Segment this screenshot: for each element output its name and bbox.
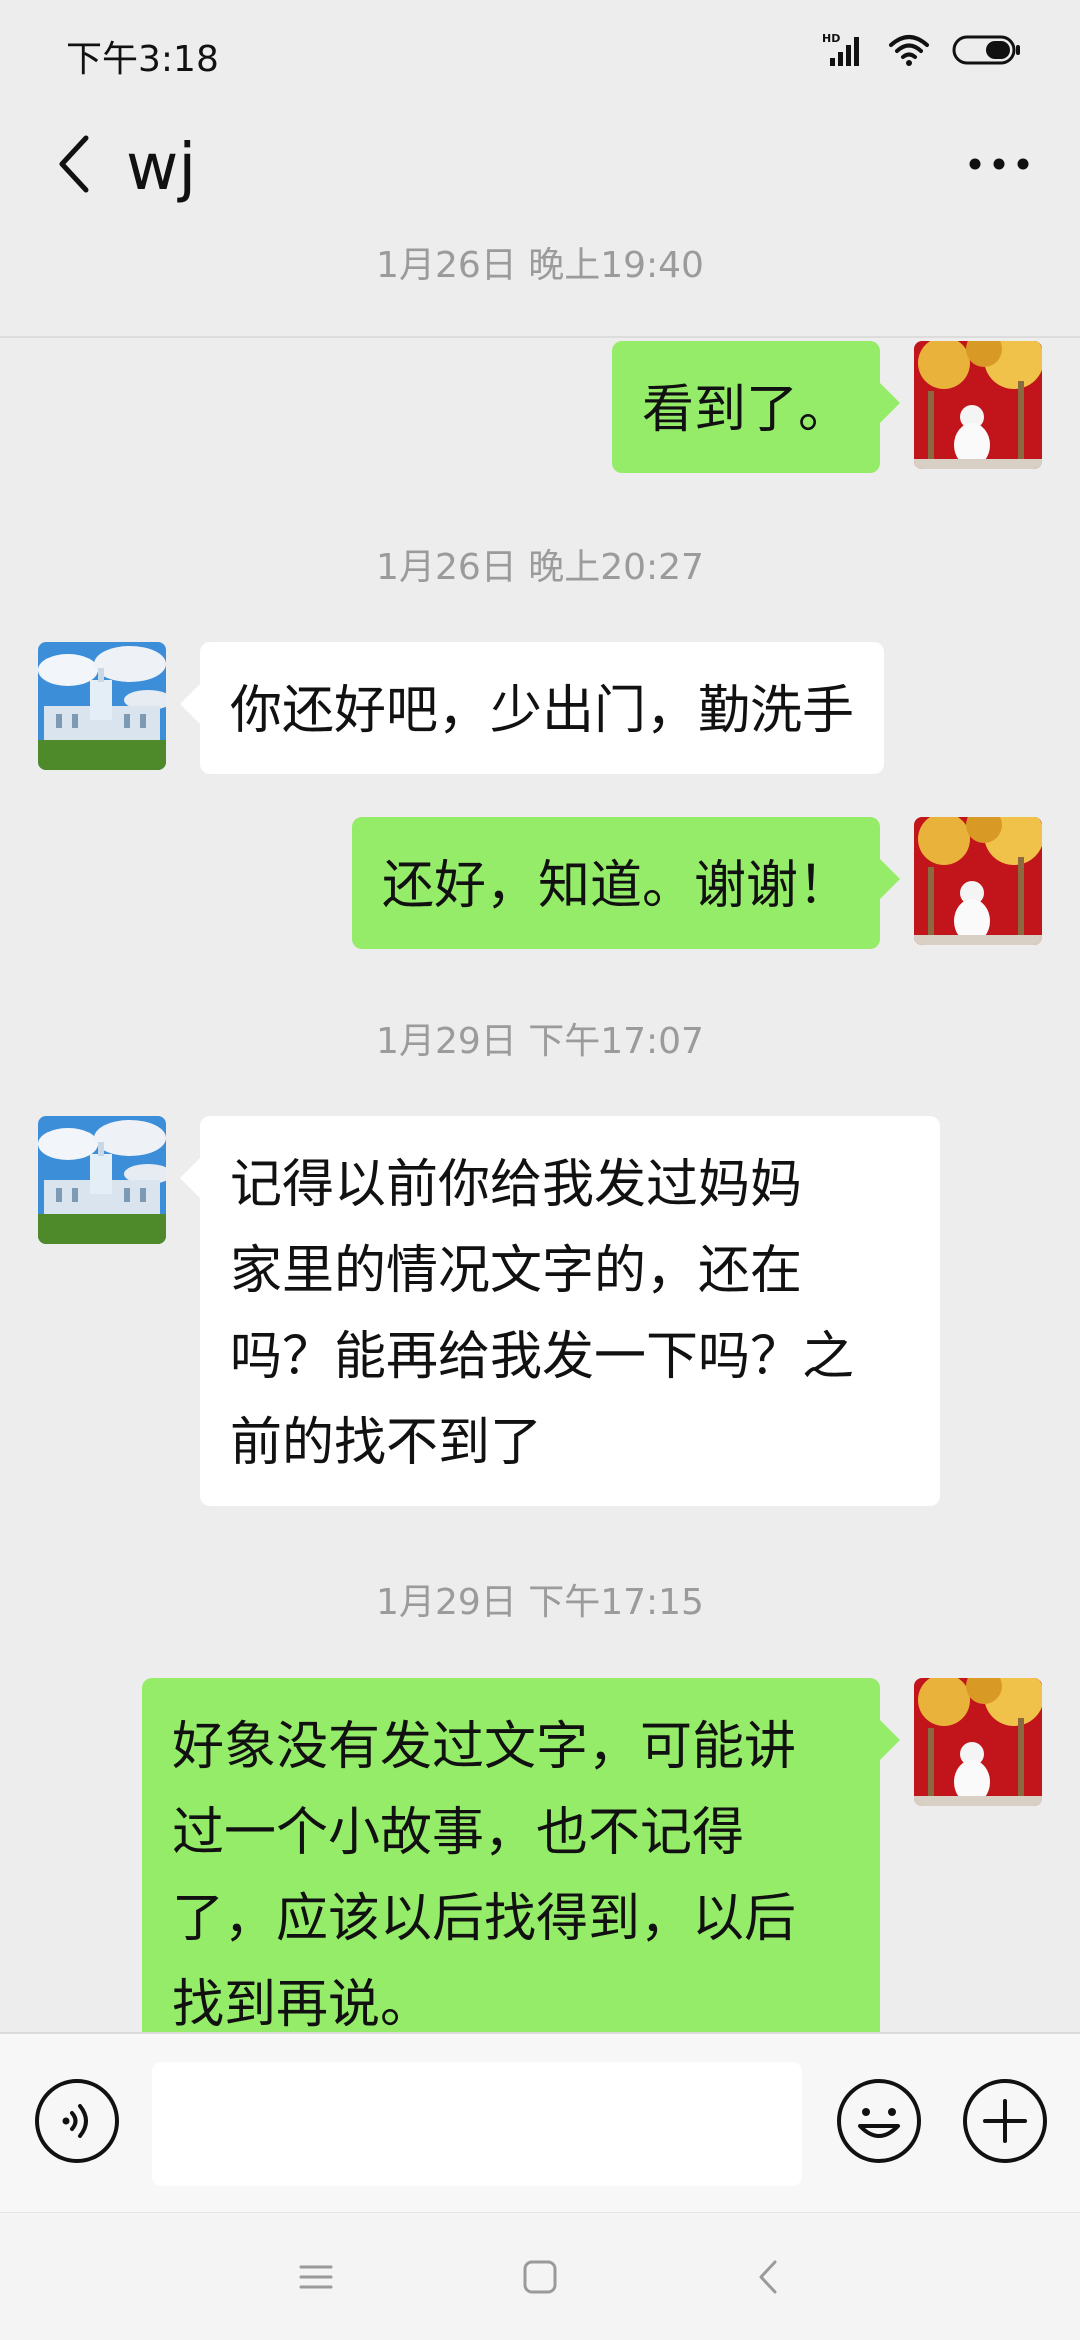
input-bar — [0, 2032, 1080, 2212]
back-icon — [59, 135, 89, 193]
network-label: HD — [822, 32, 840, 45]
back-button[interactable] — [36, 124, 116, 204]
message-input[interactable] — [152, 2062, 802, 2186]
message-line: 了，应该以后找得到，以后 — [172, 1889, 797, 1949]
home-nav-button[interactable] — [510, 2247, 570, 2307]
status-time: 下午3:18 — [66, 39, 219, 80]
message-bubble-in[interactable]: 记得以前你给我发过妈妈 家里的情况文字的，还在 吗？能再给我发一下吗？之 前的找… — [180, 1116, 940, 1506]
self-avatar[interactable] — [914, 341, 1042, 469]
status-icons: HD — [822, 30, 1022, 74]
message-line: 记得以前你给我发过妈妈 — [230, 1155, 803, 1215]
plus-button[interactable] — [960, 2076, 1050, 2166]
message-line: 家里的情况文字的，还在 — [230, 1241, 803, 1301]
more-icon — [969, 158, 1029, 170]
message-line: 前的找不到了 — [230, 1413, 543, 1473]
voice-button[interactable] — [32, 2076, 122, 2166]
message-bubble-out[interactable]: 还好，知道。谢谢！ — [351, 817, 901, 949]
self-avatar[interactable] — [914, 1678, 1042, 1806]
message-bubble-out[interactable]: 好象没有发过文字，可能讲 过一个小故事，也不记得 了，应该以后找得到，以后 找到… — [142, 1678, 900, 2032]
plus-icon — [963, 2079, 1047, 2163]
system-nav-bar — [0, 2212, 1080, 2340]
back-nav-icon — [759, 2260, 777, 2294]
voice-icon — [35, 2079, 119, 2163]
message-bubble-out[interactable]: 看到了。 — [611, 341, 901, 473]
contact-avatar[interactable] — [38, 1116, 166, 1244]
message-text: 看到了。 — [641, 380, 850, 440]
message-text: 你还好吧，少出门，勤洗手 — [230, 681, 855, 741]
message-list[interactable]: 1月26日 晚上19:40 看到了。 1月26日 晚上20:27 你还好吧，少出… — [0, 228, 1080, 2032]
emoji-icon — [837, 2079, 921, 2163]
chat-title: wj — [126, 131, 197, 205]
menu-nav-icon — [299, 2265, 333, 2289]
timestamp: 1月29日 下午17:07 — [376, 1021, 704, 1062]
wifi-icon — [888, 33, 930, 71]
message-line: 吗？能再给我发一下吗？之 — [230, 1327, 855, 1387]
message-line: 好象没有发过文字，可能讲 — [172, 1717, 797, 1777]
timestamp: 1月26日 晚上19:40 — [376, 245, 704, 286]
self-avatar[interactable] — [914, 817, 1042, 945]
more-button[interactable] — [954, 124, 1044, 204]
timestamp: 1月26日 晚上20:27 — [376, 547, 704, 588]
menu-nav-button[interactable] — [286, 2247, 346, 2307]
message-text: 还好，知道。谢谢！ — [381, 856, 850, 916]
signal-icon: HD — [822, 32, 866, 72]
status-bar: 下午3:18 HD — [0, 0, 1080, 110]
message-line: 过一个小故事，也不记得 — [172, 1803, 745, 1863]
chat-screen: 下午3:18 HD wj 1月26日 晚上19:40 看到了。 1月26日 晚上… — [0, 0, 1080, 2340]
battery-icon — [952, 33, 1022, 71]
home-nav-icon — [523, 2260, 557, 2294]
emoji-button[interactable] — [834, 2076, 924, 2166]
message-line: 找到再说。 — [172, 1975, 433, 2032]
back-nav-button[interactable] — [738, 2247, 798, 2307]
message-bubble-in[interactable]: 你还好吧，少出门，勤洗手 — [179, 642, 885, 774]
timestamp: 1月29日 下午17:15 — [376, 1582, 704, 1623]
chat-header: wj — [0, 110, 1080, 338]
contact-avatar[interactable] — [38, 642, 166, 770]
